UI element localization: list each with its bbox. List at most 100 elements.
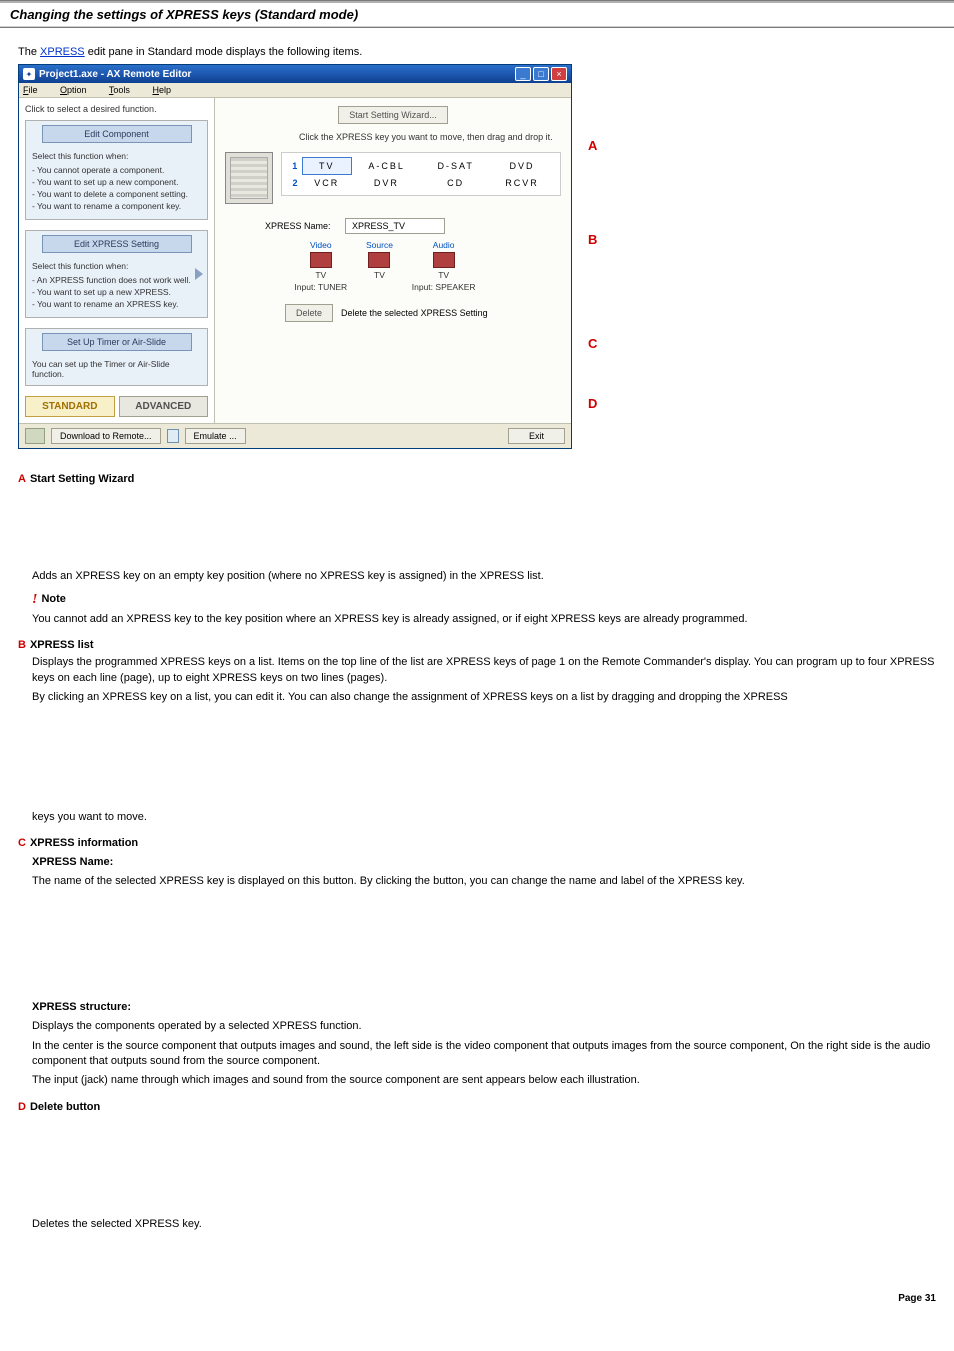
section-d-title: Delete button	[30, 1101, 100, 1113]
card1-item: - You want to set up a new component.	[32, 177, 201, 187]
emulate-button[interactable]: Emulate ...	[185, 428, 246, 444]
intro-text: The XPRESS edit pane in Standard mode di…	[18, 46, 936, 58]
card1-item: - You want to delete a component setting…	[32, 189, 201, 199]
app-icon: ✦	[23, 68, 35, 80]
xpress-key-vcr[interactable]: VCR	[302, 175, 351, 192]
section-b-head: B XPRESS list	[18, 639, 936, 651]
emulate-icon	[167, 429, 179, 443]
xpress-link[interactable]: XPRESS	[40, 46, 85, 58]
menu-file[interactable]: File	[23, 85, 48, 95]
xpress-structure-p3: The input (jack) name through which imag…	[32, 1073, 936, 1088]
video-column: Video TV Input: TUNER	[294, 240, 347, 292]
xpress-structure: Video TV Input: TUNER Source TV	[285, 240, 485, 292]
section-d-head: D Delete button	[18, 1101, 936, 1113]
edit-xpress-button[interactable]: Edit XPRESS Setting	[42, 235, 192, 253]
section-a-note: You cannot add an XPRESS key to the key …	[32, 612, 936, 627]
menu-bar: File Option Tools Help	[19, 83, 571, 98]
right-pane: Start Setting Wizard... Click the XPRESS…	[215, 98, 571, 423]
xpress-name-subhead: XPRESS Name:	[32, 855, 936, 870]
xpress-key-dvd[interactable]: DVD	[490, 158, 554, 175]
window-titlebar: ✦ Project1.axe - AX Remote Editor _ □ ×	[19, 65, 571, 83]
tv-icon	[433, 252, 455, 268]
row-num: 1	[288, 158, 302, 175]
section-d-p1: Deletes the selected XPRESS key.	[32, 1217, 936, 1232]
download-button[interactable]: Download to Remote...	[51, 428, 161, 444]
card-timer: Set Up Timer or Air-Slide You can set up…	[25, 328, 208, 386]
screenshot-figure: ✦ Project1.axe - AX Remote Editor _ □ × …	[18, 64, 638, 449]
xpress-key-tv[interactable]: TV	[302, 158, 351, 175]
app-window: ✦ Project1.axe - AX Remote Editor _ □ × …	[18, 64, 572, 449]
xpress-name-desc: The name of the selected XPRESS key is d…	[32, 874, 936, 889]
video-header: Video	[294, 240, 347, 250]
window-minimize-button[interactable]: _	[515, 67, 531, 81]
callout-d: D	[588, 396, 597, 411]
xpress-key-acbl[interactable]: A-CBL	[351, 158, 421, 175]
window-footer: Download to Remote... Emulate ... Exit	[19, 423, 571, 448]
xpress-key-dvr[interactable]: DVR	[351, 175, 421, 192]
card2-item: - You want to rename an XPRESS key.	[32, 299, 201, 309]
footer-icon	[25, 428, 45, 444]
arrow-icon	[195, 268, 203, 280]
section-b-title: XPRESS list	[30, 639, 94, 651]
remote-thumbnail	[225, 152, 273, 204]
exit-button[interactable]: Exit	[508, 428, 565, 444]
section-a-p1: Adds an XPRESS key on an empty key posit…	[32, 569, 936, 584]
advanced-mode-button[interactable]: ADVANCED	[119, 396, 209, 417]
letter-d: D	[18, 1101, 26, 1113]
letter-c: C	[18, 837, 26, 849]
section-b-p1: Displays the programmed XPRESS keys on a…	[32, 655, 936, 686]
audio-header: Audio	[412, 240, 476, 250]
xpress-key-rcvr[interactable]: RCVR	[490, 175, 554, 192]
left-panel: Click to select a desired function. Edit…	[19, 98, 215, 423]
menu-tools[interactable]: Tools	[109, 85, 140, 95]
card1-head: Select this function when:	[26, 147, 207, 161]
card2-head: Select this function when:	[26, 257, 207, 271]
window-close-button[interactable]: ×	[551, 67, 567, 81]
intro-post: edit pane in Standard mode displays the …	[85, 46, 363, 58]
edit-component-button[interactable]: Edit Component	[42, 125, 192, 143]
card-edit-component: Edit Component Select this function when…	[25, 120, 208, 220]
callout-a: A	[588, 138, 597, 153]
intro-pre: The	[18, 46, 40, 58]
drag-hint: Click the XPRESS key you want to move, t…	[299, 132, 561, 142]
section-a-title: Start Setting Wizard	[30, 473, 134, 485]
source-column: Source TV	[366, 240, 393, 292]
audio-column: Audio TV Input: SPEAKER	[412, 240, 476, 292]
audio-device: TV	[412, 270, 476, 280]
page-title-bar: Changing the settings of XPRESS keys (St…	[0, 0, 954, 28]
row-num: 2	[288, 175, 302, 192]
card2-item: - An XPRESS function does not work well.	[32, 275, 201, 285]
note-label: Note	[41, 592, 65, 607]
xpress-name-button[interactable]: XPRESS_TV	[345, 218, 445, 234]
xpress-key-dsat[interactable]: D-SAT	[421, 158, 490, 175]
window-title: Project1.axe - AX Remote Editor	[39, 69, 515, 80]
letter-b: B	[18, 639, 26, 651]
section-c-head: CXPRESS information	[18, 837, 936, 849]
source-header: Source	[366, 240, 393, 250]
menu-option[interactable]: Option	[60, 85, 97, 95]
callout-b: B	[588, 232, 597, 247]
start-setting-wizard-button[interactable]: Start Setting Wizard...	[338, 106, 448, 124]
section-b-p2: By clicking an XPRESS key on a list, you…	[32, 690, 936, 705]
xpress-key-grid: 1 TV A-CBL D-SAT DVD 2 VCR DVR	[281, 152, 561, 196]
left-hint: Click to select a desired function.	[25, 104, 208, 114]
menu-help[interactable]: Help	[152, 85, 181, 95]
delete-button[interactable]: Delete	[285, 304, 333, 322]
tv-icon	[310, 252, 332, 268]
letter-a: A	[18, 473, 26, 485]
delete-row: Delete Delete the selected XPRESS Settin…	[285, 304, 561, 322]
card2-item: - You want to set up a new XPRESS.	[32, 287, 201, 297]
video-device: TV	[294, 270, 347, 280]
card-edit-xpress: Edit XPRESS Setting Select this function…	[25, 230, 208, 318]
standard-mode-button[interactable]: STANDARD	[25, 396, 115, 417]
note-icon: !	[32, 590, 37, 610]
xpress-structure-subhead: XPRESS structure:	[32, 1000, 936, 1015]
note-head: ! Note	[32, 590, 936, 610]
section-a-head: A Start Setting Wizard	[18, 473, 936, 485]
xpress-key-cd[interactable]: CD	[421, 175, 490, 192]
card3-desc: You can set up the Timer or Air-Slide fu…	[26, 355, 207, 385]
timer-airslide-button[interactable]: Set Up Timer or Air-Slide	[42, 333, 192, 351]
window-maximize-button[interactable]: □	[533, 67, 549, 81]
page-title: Changing the settings of XPRESS keys (St…	[10, 7, 944, 22]
page-number: Page 31	[898, 1293, 936, 1304]
